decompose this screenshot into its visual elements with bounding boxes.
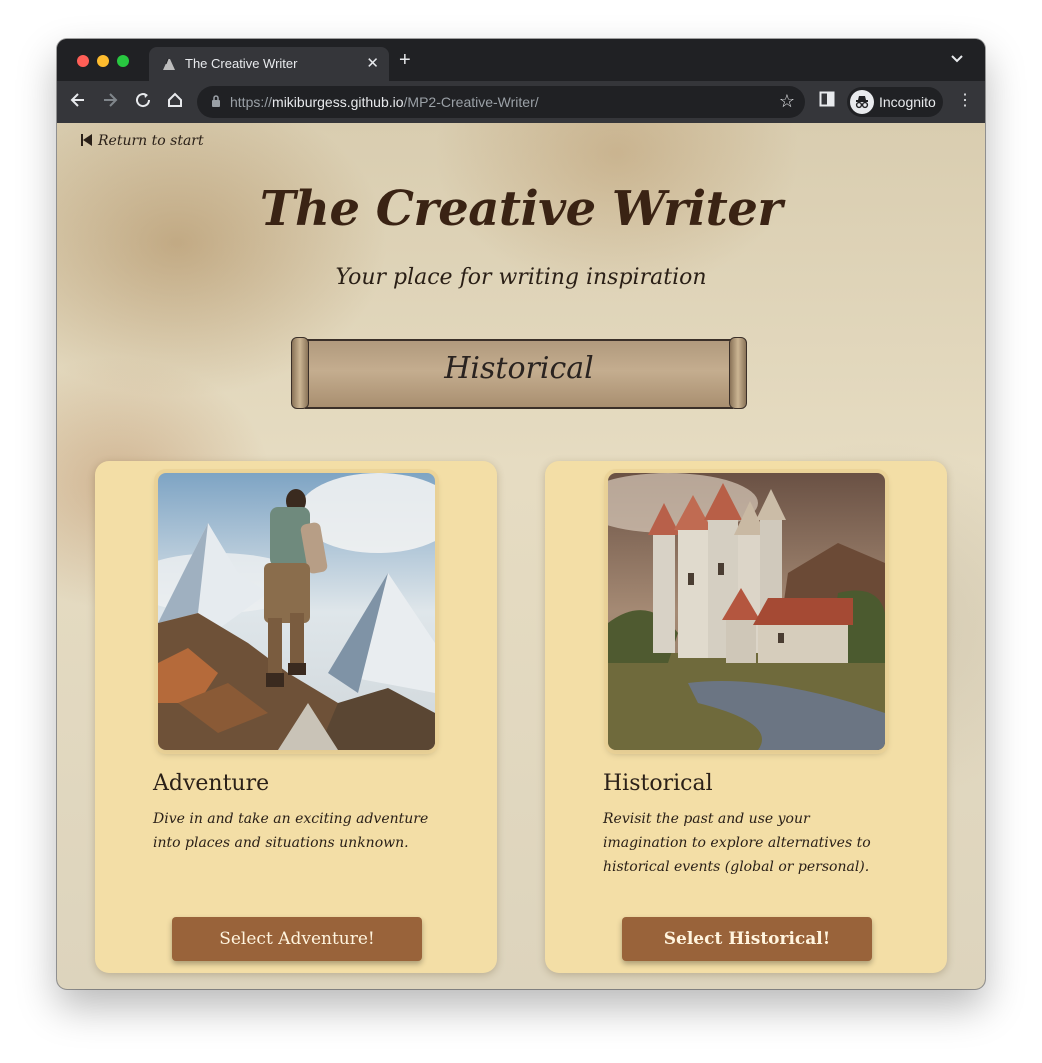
genre-card-adventure: Adventure Dive in and take an exciting a…	[95, 461, 497, 973]
more-icon[interactable]: ⋮	[957, 91, 973, 111]
url-scheme: https://	[230, 94, 273, 110]
select-historical-button[interactable]: Select Historical!	[622, 917, 872, 961]
browser-toolbar: https://mikiburgess.github.io/MP2-Creati…	[57, 81, 985, 123]
tab-title: The Creative Writer	[185, 56, 298, 71]
card-title-adventure: Adventure	[153, 771, 270, 796]
close-window-button[interactable]	[77, 55, 89, 67]
forward-arrow-icon[interactable]	[101, 91, 119, 113]
url-host: mikiburgess.github.io	[272, 94, 404, 110]
card-description-adventure: Dive in and take an exciting adventure i…	[153, 811, 429, 851]
card-title-historical: Historical	[603, 771, 713, 796]
tab-active[interactable]: The Creative Writer ✕	[149, 47, 389, 81]
historical-image	[608, 473, 885, 750]
new-tab-button[interactable]: +	[399, 50, 411, 70]
close-tab-icon[interactable]: ✕	[366, 54, 379, 72]
tab-search-icon[interactable]	[951, 51, 963, 66]
card-description-historical: Revisit the past and use your imaginatio…	[603, 811, 871, 875]
select-adventure-button[interactable]: Select Adventure!	[172, 917, 422, 961]
incognito-profile-button[interactable]: Incognito	[847, 87, 943, 117]
adventure-image	[158, 473, 435, 750]
url-text: https://mikiburgess.github.io/MP2-Creati…	[230, 94, 539, 110]
page-subtitle: Your place for writing inspiration	[335, 265, 707, 290]
browser-window: The Creative Writer ✕ + https://mikiburg…	[57, 39, 985, 989]
url-path: /MP2-Creative-Writer/	[403, 94, 539, 110]
skip-back-icon	[81, 133, 92, 149]
incognito-icon	[850, 90, 874, 114]
lock-icon	[211, 95, 220, 107]
profile-label: Incognito	[879, 94, 936, 110]
page-title: The Creative Writer	[259, 181, 783, 237]
genre-card-historical: Historical Revisit the past and use your…	[545, 461, 947, 973]
reload-icon[interactable]	[134, 91, 152, 113]
address-bar[interactable]: https://mikiburgess.github.io/MP2-Creati…	[197, 86, 805, 118]
home-icon[interactable]	[166, 91, 184, 113]
return-to-start-label: Return to start	[98, 133, 204, 149]
minimize-window-button[interactable]	[97, 55, 109, 67]
genre-banner-label: Historical	[444, 351, 594, 386]
side-panel-icon[interactable]	[819, 91, 835, 111]
favicon-icon	[161, 56, 177, 72]
return-to-start-link[interactable]: Return to start	[81, 133, 204, 149]
tab-strip: The Creative Writer ✕ +	[57, 39, 985, 81]
genre-banner: Historical	[291, 337, 747, 409]
maximize-window-button[interactable]	[117, 55, 129, 67]
web-page: Return to start The Creative Writer Your…	[57, 123, 985, 989]
star-icon[interactable]: ☆	[779, 91, 795, 112]
back-arrow-icon[interactable]	[69, 91, 87, 113]
